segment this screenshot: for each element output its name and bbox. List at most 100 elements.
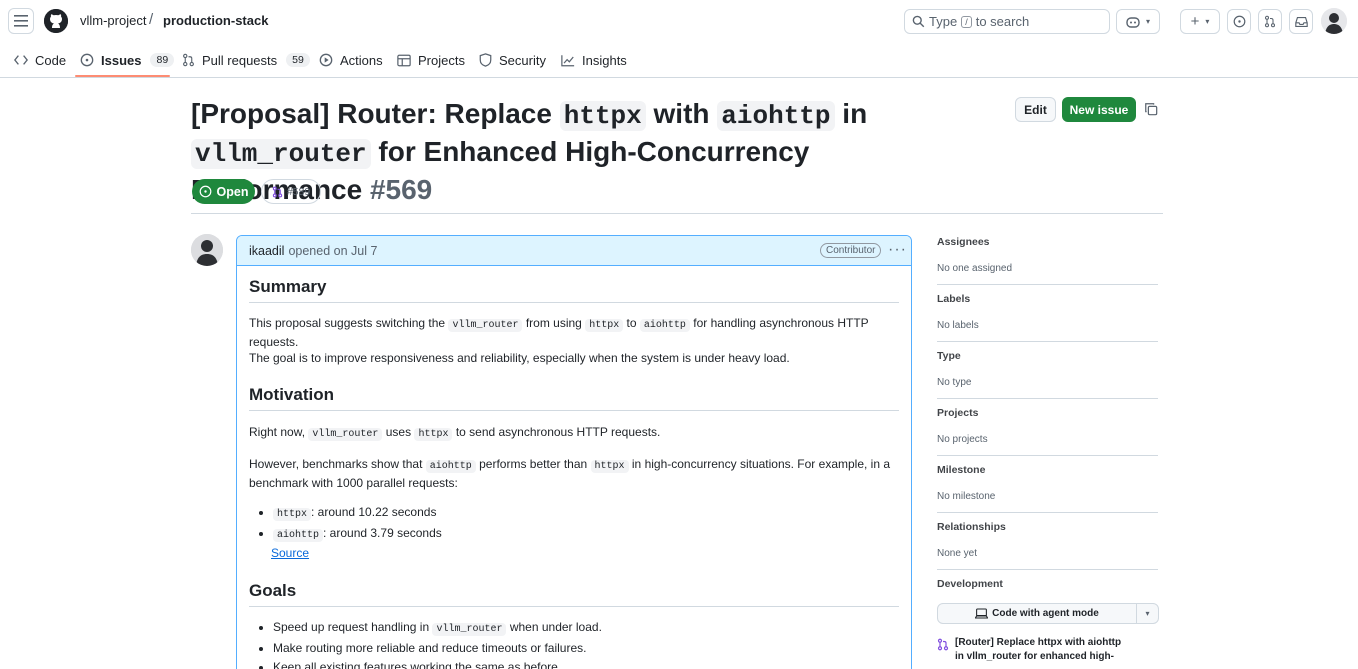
inbox-button[interactable]: [1289, 9, 1313, 34]
user-avatar[interactable]: [1321, 8, 1347, 34]
type-value: No type: [937, 377, 972, 388]
comment-header: ikaadil opened on Jul 7 Contributor ···: [237, 236, 911, 266]
git-pull-request-icon: [183, 53, 194, 67]
issues-button[interactable]: [1227, 9, 1251, 34]
issues-count-badge: 89: [150, 53, 175, 67]
global-header: vllm-project / production-stack Type / t…: [0, 0, 1358, 42]
agent-button-main[interactable]: Code with agent mode: [938, 604, 1137, 623]
assignees-title[interactable]: Assignees: [937, 236, 1158, 248]
contributor-badge: Contributor: [820, 243, 882, 258]
pull-requests-button[interactable]: [1258, 9, 1282, 34]
motivation-heading: Motivation: [249, 385, 899, 411]
issue-opened-icon: [1233, 15, 1245, 28]
labels-title[interactable]: Labels: [937, 293, 1158, 305]
inline-code: vllm_router: [308, 428, 383, 441]
breadcrumb-repo[interactable]: production-stack: [163, 13, 268, 28]
breadcrumb-owner[interactable]: vllm-project: [80, 13, 146, 28]
breadcrumb-separator: /: [149, 11, 154, 28]
agent-dropdown-toggle[interactable]: ▾: [1137, 604, 1158, 623]
git-pull-request-icon: [1264, 15, 1276, 28]
tab-security[interactable]: Security: [479, 50, 546, 70]
summary-heading: Summary: [249, 277, 899, 303]
linked-pr-badge[interactable]: #589: [261, 179, 321, 204]
hamburger-icon: [14, 15, 28, 27]
linked-pr-title[interactable]: [Router] Replace httpx with aiohttp in v…: [955, 636, 1127, 664]
code-icon: [14, 55, 28, 65]
new-issue-button[interactable]: New issue: [1062, 97, 1136, 122]
active-tab-indicator: [75, 75, 170, 77]
inline-code: httpx: [590, 460, 629, 473]
copilot-icon: [1126, 16, 1140, 28]
tab-issues-label: Issues: [101, 52, 142, 68]
git-pull-request-icon: [272, 186, 282, 197]
copy-icon[interactable]: [1144, 102, 1158, 119]
list-item: Speed up request handling in vllm_router…: [273, 618, 899, 639]
git-pull-request-icon: [937, 638, 949, 651]
inbox-icon: [1294, 16, 1308, 27]
inline-code: vllm_router: [432, 623, 507, 636]
search-input[interactable]: Type / to search: [904, 9, 1110, 34]
inline-code: httpx: [585, 319, 624, 332]
list-item: Make routing more reliable and reduce ti…: [273, 639, 899, 658]
issue-state-label: Open: [216, 184, 249, 199]
comment-author[interactable]: ikaadil: [249, 244, 284, 258]
title-text-1: [Proposal] Router: Replace: [191, 98, 560, 129]
type-title[interactable]: Type: [937, 350, 1158, 362]
summary-paragraph: This proposal suggests switching the vll…: [249, 315, 899, 366]
inline-code: vllm_router: [448, 319, 523, 332]
comment-timestamp[interactable]: opened on Jul 7: [288, 244, 377, 258]
title-text-2: with: [645, 98, 718, 129]
title-code-1: httpx: [559, 101, 646, 131]
tab-code[interactable]: Code: [14, 50, 66, 70]
development-title[interactable]: Development: [937, 578, 1158, 590]
search-shortcut-key: /: [961, 15, 972, 28]
search-icon: [912, 15, 925, 28]
milestone-title[interactable]: Milestone: [937, 464, 1158, 476]
text: Speed up request handling in: [273, 620, 430, 634]
title-code-2: aiohttp: [717, 101, 835, 131]
shield-icon: [479, 53, 492, 67]
projects-title[interactable]: Projects: [937, 407, 1158, 419]
tab-issues[interactable]: Issues 89: [80, 50, 175, 70]
author-avatar[interactable]: [191, 234, 223, 266]
linked-pull-request[interactable]: [Router] Replace httpx with aiohttp in v…: [937, 636, 1127, 664]
tab-actions[interactable]: Actions: [319, 50, 383, 70]
inline-code: httpx: [414, 428, 453, 441]
relationships-value: None yet: [937, 548, 978, 559]
tab-projects[interactable]: Projects: [397, 50, 465, 70]
milestone-value: No milestone: [937, 491, 996, 502]
text: Keep all existing features working the s…: [273, 660, 562, 669]
source-link[interactable]: Source: [271, 546, 309, 560]
copilot-button[interactable]: ▾: [1116, 9, 1160, 34]
chevron-down-icon: ▾: [1205, 17, 1210, 26]
plus-icon: +: [1190, 13, 1200, 30]
text: Make routing more reliable and reduce ti…: [273, 641, 587, 655]
sidebar-development: Development: [937, 578, 1158, 596]
pull-requests-count-badge: 59: [286, 53, 310, 67]
assignees-value: No one assigned: [937, 263, 1013, 274]
kebab-horizontal-icon[interactable]: ···: [888, 241, 907, 259]
relationships-title[interactable]: Relationships: [937, 521, 1158, 533]
text: : around 10.22 seconds: [311, 505, 437, 519]
source-link-row: Source: [249, 545, 899, 561]
code-with-agent-button[interactable]: Code with agent mode ▾: [937, 603, 1159, 624]
tab-insights[interactable]: Insights: [561, 50, 627, 70]
chevron-down-icon: ▾: [1145, 17, 1150, 26]
text: performs better than: [479, 457, 588, 471]
inline-code: aiohttp: [273, 529, 324, 542]
motivation-paragraph-1: Right now, vllm_router uses httpx to sen…: [249, 424, 899, 443]
tab-pull-requests[interactable]: Pull requests 59: [182, 50, 310, 70]
edit-button[interactable]: Edit: [1015, 97, 1056, 122]
sidebar-projects: Projects No projects: [937, 407, 1158, 456]
list-item: httpx: around 10.22 seconds: [273, 503, 899, 524]
github-logo-icon[interactable]: [44, 9, 68, 33]
inline-code: httpx: [273, 508, 312, 521]
sidebar-assignees: Assignees No one assigned: [937, 236, 1158, 285]
menu-button[interactable]: [8, 8, 34, 34]
issue-state-badge: Open: [192, 179, 255, 204]
goals-list: Speed up request handling in vllm_router…: [249, 618, 899, 669]
create-new-button[interactable]: + ▾: [1180, 9, 1220, 34]
text: benchmark with 1000 parallel requests:: [249, 476, 458, 490]
issue-opened-icon: [80, 53, 94, 67]
tab-insights-label: Insights: [582, 52, 627, 68]
